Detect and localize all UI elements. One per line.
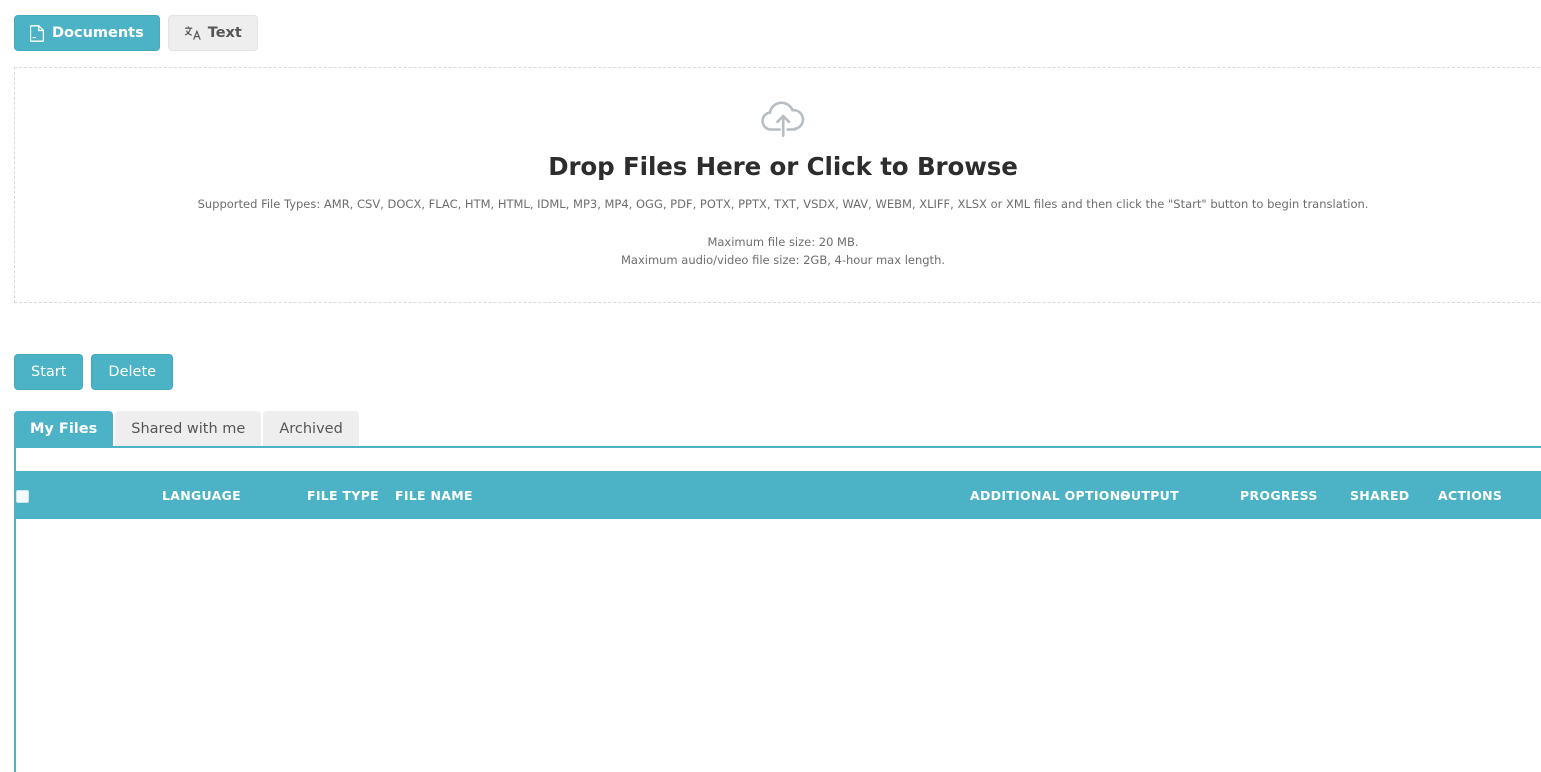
delete-button[interactable]: Delete [91, 354, 174, 390]
mode-tab-bar: Documents Text [14, 15, 258, 51]
dropzone-title: Drop Files Here or Click to Browse [548, 152, 1018, 181]
files-table-empty-cell [16, 519, 1541, 769]
dropzone-supported-types: Supported File Types: AMR, CSV, DOCX, FL… [197, 197, 1369, 211]
files-table-body [16, 519, 1541, 769]
tab-text-label: Text [207, 25, 242, 41]
my-files-panel: LANGUAGE FILE TYPE FILE NAME ADDITIONAL … [14, 446, 1541, 772]
tab-shared-with-me-label: Shared with me [131, 420, 246, 437]
dropzone-max-file-size: Maximum file size: 20 MB. [707, 234, 859, 249]
column-progress[interactable]: PROGRESS [1240, 471, 1350, 519]
tab-text[interactable]: Text [167, 15, 258, 51]
tab-archived-label: Archived [279, 420, 343, 437]
column-file-name[interactable]: FILE NAME [395, 471, 970, 519]
files-table-wrapper: LANGUAGE FILE TYPE FILE NAME ADDITIONAL … [16, 471, 1541, 769]
column-language[interactable]: LANGUAGE [162, 471, 307, 519]
tab-archived[interactable]: Archived [263, 411, 359, 446]
action-button-row: Start Delete [14, 354, 174, 390]
column-additional-options[interactable]: ADDITIONAL OPTIONS [970, 471, 1129, 519]
tab-documents[interactable]: Documents [14, 15, 160, 51]
cloud-upload-icon [757, 98, 809, 142]
dropzone-max-av-size: Maximum audio/video file size: 2GB, 4-ho… [620, 252, 946, 267]
column-select-all [16, 471, 162, 519]
column-output[interactable]: OUTPUT [1120, 471, 1240, 519]
files-table-header-row: LANGUAGE FILE TYPE FILE NAME ADDITIONAL … [16, 471, 1541, 519]
document-icon [30, 24, 45, 42]
column-actions[interactable]: ACTIONS [1438, 471, 1541, 519]
column-shared[interactable]: SHARED [1350, 471, 1438, 519]
tab-my-files-label: My Files [30, 420, 98, 437]
file-dropzone[interactable]: Drop Files Here or Click to Browse Suppo… [14, 67, 1541, 303]
tab-documents-label: Documents [52, 25, 144, 41]
tab-my-files[interactable]: My Files [14, 411, 114, 446]
translate-icon [184, 25, 201, 41]
files-table-empty-row [16, 519, 1541, 769]
tab-shared-with-me[interactable]: Shared with me [115, 411, 262, 446]
select-all-checkbox[interactable] [16, 489, 29, 503]
file-tab-bar: My Files Shared with me Archived [14, 411, 359, 446]
column-file-type[interactable]: FILE TYPE [307, 471, 395, 519]
files-table: LANGUAGE FILE TYPE FILE NAME ADDITIONAL … [16, 471, 1541, 769]
start-button[interactable]: Start [14, 354, 84, 390]
